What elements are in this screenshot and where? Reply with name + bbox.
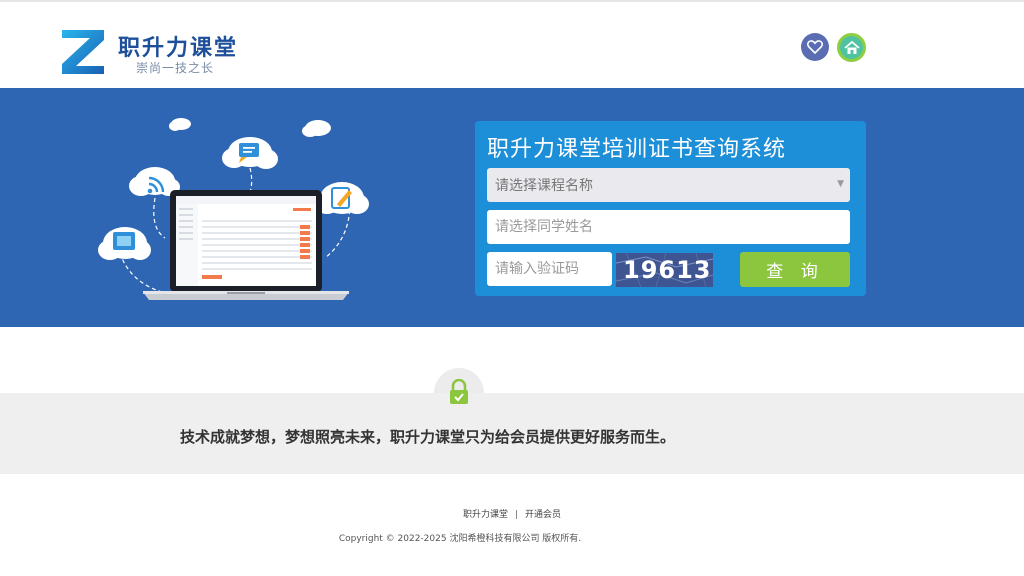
footer-separator: | [514, 510, 519, 520]
z-logo-icon [62, 30, 104, 74]
brand-slogan: 崇尚一技之长 [136, 61, 215, 75]
footer-link-home[interactable]: 职升力课堂 [463, 510, 508, 520]
brand-name: 职升力课堂 [118, 36, 239, 61]
query-title: 职升力课堂培训证书查询系统 [487, 137, 787, 162]
verification-code-input[interactable] [487, 252, 612, 286]
query-button[interactable]: 查 询 [740, 252, 850, 287]
home-icon [843, 40, 860, 54]
captcha-text: 19613 [623, 256, 712, 284]
query-banner: 职升力课堂培训证书查询系统 请选择课程名称 ▼ 19613 查 询 [0, 88, 1024, 327]
footer-links: 职升力课堂 | 开通会员 [0, 507, 1024, 520]
certificate-query-panel: 职升力课堂培训证书查询系统 请选择课程名称 ▼ 19613 查 询 [475, 121, 866, 296]
chevron-down-icon: ▼ [837, 179, 844, 189]
footer-link-membership[interactable]: 开通会员 [525, 510, 561, 520]
student-name-input[interactable] [487, 210, 850, 244]
laptop-cloud-illustration [98, 118, 369, 300]
copyright-text: Copyright © 2022-2025 沈阳希橙科技有限公司 版权所有. [338, 534, 582, 544]
favorite-button[interactable] [801, 33, 829, 61]
home-button[interactable] [837, 33, 866, 62]
mission-text: 技术成就梦想，梦想照亮未来，职升力课堂只为给会员提供更好服务而生。 [180, 428, 676, 446]
site-header: 职升力课堂 崇尚一技之长 [0, 2, 1024, 88]
lock-check-icon [450, 379, 468, 404]
captcha-image[interactable]: 19613 [616, 253, 713, 287]
course-select-placeholder: 请选择课程名称 [495, 178, 593, 194]
heart-icon [807, 40, 823, 54]
course-select[interactable]: 请选择课程名称 ▼ [487, 168, 850, 202]
site-logo[interactable]: 职升力课堂 崇尚一技之长 [58, 26, 258, 80]
